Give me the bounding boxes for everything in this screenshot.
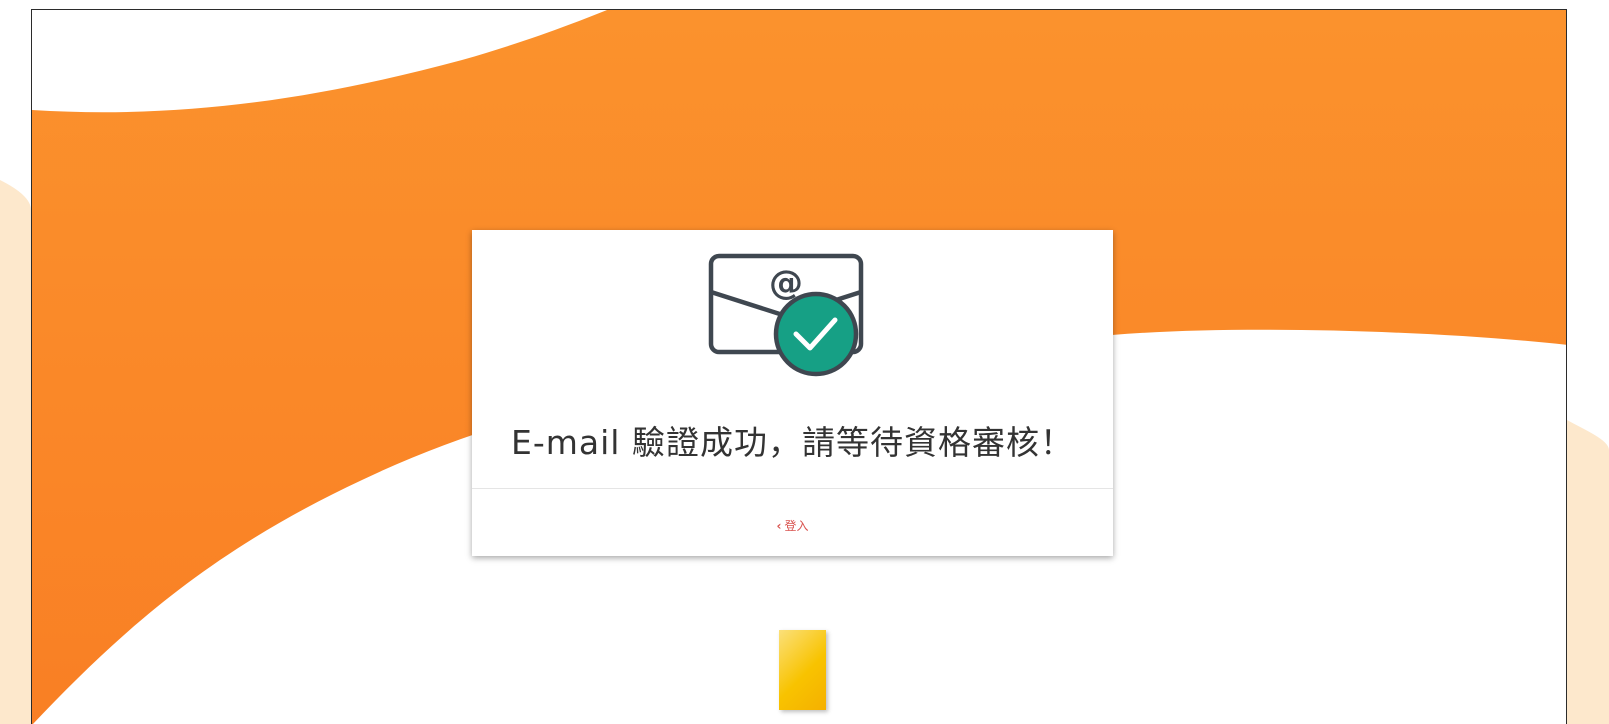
yellow-block-decoration xyxy=(779,630,826,710)
chevron-left-icon: ‹ xyxy=(776,519,782,533)
login-link-label: 登入 xyxy=(784,519,809,533)
card-divider xyxy=(472,488,1113,489)
login-link[interactable]: ‹ 登入 xyxy=(472,517,1113,534)
verification-message: E-mail 驗證成功，請等待資格審核！ xyxy=(511,423,1074,462)
verification-card: @ E-mail 驗證成功，請等待資格審核！ ‹ 登入 xyxy=(472,230,1113,556)
screen-frame: @ E-mail 驗證成功，請等待資格審核！ ‹ 登入 xyxy=(31,9,1567,724)
email-verified-icon: @ xyxy=(708,253,864,377)
